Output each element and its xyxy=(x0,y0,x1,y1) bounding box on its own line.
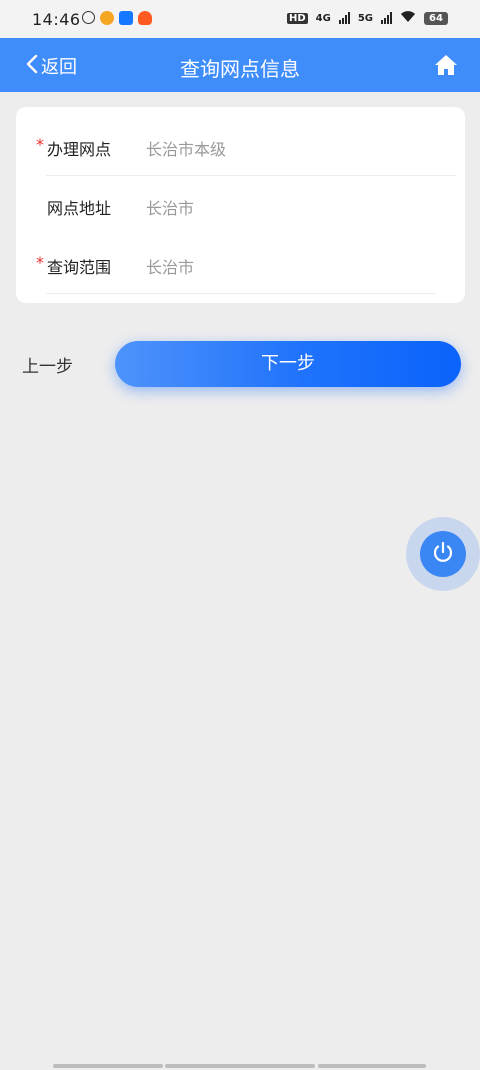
status-time: 14:46 xyxy=(32,10,81,29)
required-mark: * xyxy=(36,135,44,154)
network-5g-label: 5G xyxy=(357,12,373,24)
status-bar: 14:46 HD 4G 5G 64 xyxy=(0,0,480,38)
next-step-button[interactable]: 下一步 xyxy=(115,341,461,387)
office-field[interactable]: 长治市本级 xyxy=(146,136,226,160)
home-icon xyxy=(434,55,458,80)
back-label: 返回 xyxy=(41,57,77,78)
scope-field[interactable]: 长治市 xyxy=(146,254,194,278)
form-row-office[interactable]: * 办理网点 长治市本级 xyxy=(16,117,465,176)
notification-icons xyxy=(82,11,152,25)
signal-5g-icon xyxy=(381,12,392,24)
chevron-left-icon xyxy=(26,54,38,79)
signal-4g-icon xyxy=(338,12,350,24)
power-button-core[interactable] xyxy=(420,531,466,577)
network-4g-label: 4G xyxy=(315,12,331,24)
required-mark: * xyxy=(36,253,44,272)
divider xyxy=(46,293,436,294)
weibo-icon xyxy=(100,11,114,25)
field-label: 办理网点 xyxy=(47,140,112,159)
back-button[interactable]: 返回 xyxy=(26,53,77,79)
gesture-bar-left xyxy=(53,1064,163,1068)
field-label: 网点地址 xyxy=(47,199,112,218)
status-indicators: HD 4G 5G 64 xyxy=(286,10,448,26)
wifi-icon xyxy=(400,10,416,26)
gesture-bar-right xyxy=(318,1064,426,1068)
address-field[interactable]: 长治市 xyxy=(146,195,194,219)
form-row-scope[interactable]: * 查询范围 长治市 xyxy=(16,235,465,294)
power-fab-button[interactable] xyxy=(406,517,480,591)
prev-step-button[interactable]: 上一步 xyxy=(22,352,73,377)
battery-icon: 64 xyxy=(424,11,448,25)
gesture-bar-center xyxy=(165,1064,315,1068)
home-button[interactable] xyxy=(434,54,458,80)
k-app-icon xyxy=(82,11,95,24)
form-row-address[interactable]: 网点地址 长治市 xyxy=(16,176,465,235)
power-icon xyxy=(431,540,455,568)
field-label: 查询范围 xyxy=(47,258,112,277)
taobao-icon xyxy=(138,11,152,25)
nav-bar: 返回 查询网点信息 xyxy=(0,38,480,92)
alipay-icon xyxy=(119,11,133,25)
form-card: * 办理网点 长治市本级 网点地址 长治市 * 查询范围 长治市 xyxy=(16,107,465,303)
hd-icon: HD xyxy=(286,12,308,24)
